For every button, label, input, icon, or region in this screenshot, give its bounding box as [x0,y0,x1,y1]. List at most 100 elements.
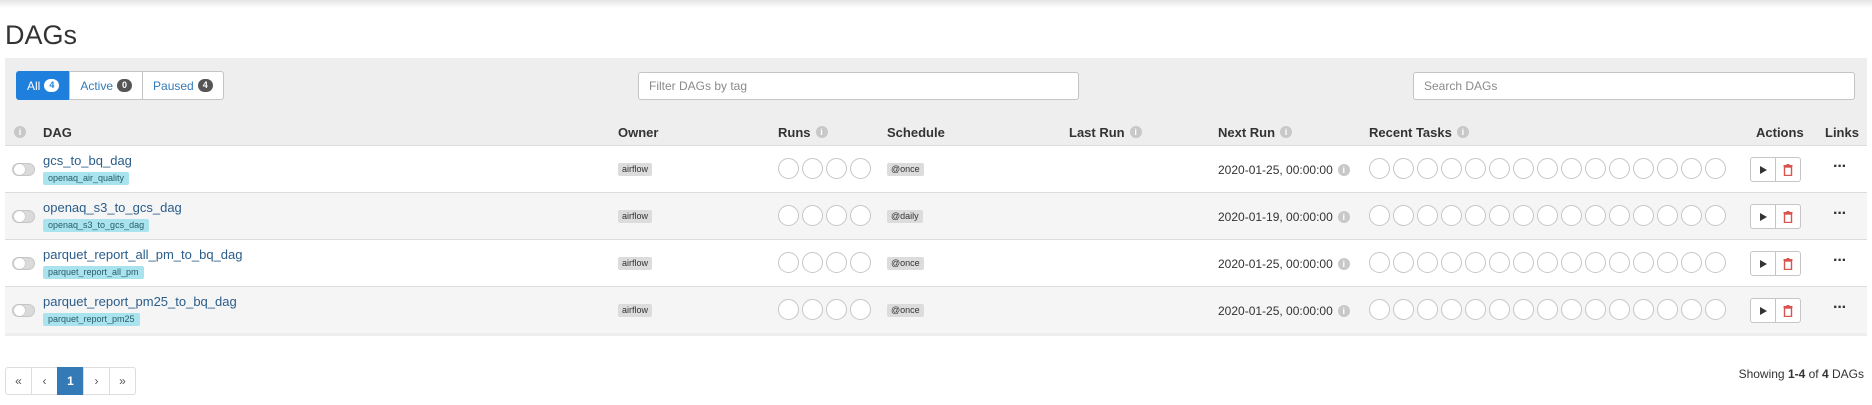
run-state-circle[interactable] [778,252,799,273]
run-state-circle[interactable] [802,299,823,320]
more-links-icon[interactable]: ··· [1833,252,1847,270]
task-state-circle[interactable] [1561,252,1582,273]
task-state-circle[interactable] [1489,205,1510,226]
task-state-circle[interactable] [1441,205,1462,226]
task-state-circle[interactable] [1369,299,1390,320]
task-state-circle[interactable] [1465,205,1486,226]
pause-toggle[interactable] [12,210,35,223]
dag-id-link[interactable]: parquet_report_pm25_to_bq_dag [43,294,237,309]
info-icon[interactable]: i [1456,126,1469,138]
info-icon[interactable]: i [1280,126,1293,138]
first-page-button[interactable]: « [5,367,32,395]
task-state-circle[interactable] [1537,158,1558,179]
task-state-circle[interactable] [1489,252,1510,273]
task-state-circle[interactable] [1561,158,1582,179]
task-state-circle[interactable] [1513,252,1534,273]
dag-tag[interactable]: openaq_air_quality [43,172,130,185]
trigger-dag-button[interactable] [1750,251,1776,276]
task-state-circle[interactable] [1633,299,1654,320]
prev-page-button[interactable]: ‹ [31,367,58,395]
task-state-circle[interactable] [1393,252,1414,273]
header-owner[interactable]: Owner [618,122,658,142]
run-state-circle[interactable] [826,299,847,320]
more-links-icon[interactable]: ··· [1833,299,1847,317]
run-state-circle[interactable] [850,205,871,226]
pause-toggle[interactable] [12,257,35,270]
task-state-circle[interactable] [1633,158,1654,179]
task-state-circle[interactable] [1705,158,1726,179]
info-icon[interactable]: i [1337,164,1350,176]
run-state-circle[interactable] [778,158,799,179]
info-icon[interactable]: i [1337,211,1350,223]
task-state-circle[interactable] [1537,205,1558,226]
dag-tag[interactable]: parquet_report_pm25 [43,313,140,326]
status-tab-active[interactable]: Active 0 [69,71,144,100]
task-state-circle[interactable] [1417,205,1438,226]
task-state-circle[interactable] [1585,252,1606,273]
task-state-circle[interactable] [1417,299,1438,320]
task-state-circle[interactable] [1537,252,1558,273]
run-state-circle[interactable] [850,158,871,179]
task-state-circle[interactable] [1657,158,1678,179]
run-state-circle[interactable] [802,158,823,179]
task-state-circle[interactable] [1513,205,1534,226]
current-page-button[interactable]: 1 [57,367,84,395]
task-state-circle[interactable] [1417,252,1438,273]
more-links-icon[interactable]: ··· [1833,158,1847,176]
task-state-circle[interactable] [1705,299,1726,320]
task-state-circle[interactable] [1657,252,1678,273]
run-state-circle[interactable] [826,252,847,273]
task-state-circle[interactable] [1441,252,1462,273]
task-state-circle[interactable] [1681,252,1702,273]
trigger-dag-button[interactable] [1750,298,1776,323]
task-state-circle[interactable] [1681,158,1702,179]
pause-toggle[interactable] [12,163,35,176]
task-state-circle[interactable] [1585,158,1606,179]
dag-tag[interactable]: openaq_s3_to_gcs_dag [43,219,150,232]
task-state-circle[interactable] [1465,158,1486,179]
task-state-circle[interactable] [1393,158,1414,179]
info-icon[interactable]: i [1129,126,1142,138]
task-state-circle[interactable] [1513,158,1534,179]
run-state-circle[interactable] [802,205,823,226]
task-state-circle[interactable] [1489,299,1510,320]
task-state-circle[interactable] [1393,205,1414,226]
run-state-circle[interactable] [850,299,871,320]
more-links-icon[interactable]: ··· [1833,205,1847,223]
info-icon[interactable]: i [1337,305,1350,317]
task-state-circle[interactable] [1393,299,1414,320]
task-state-circle[interactable] [1609,252,1630,273]
task-state-circle[interactable] [1657,299,1678,320]
task-state-circle[interactable] [1705,205,1726,226]
dag-id-link[interactable]: openaq_s3_to_gcs_dag [43,200,182,215]
task-state-circle[interactable] [1609,205,1630,226]
dag-tag[interactable]: parquet_report_all_pm [43,266,144,279]
next-page-button[interactable]: › [83,367,110,395]
task-state-circle[interactable] [1369,158,1390,179]
delete-dag-button[interactable] [1775,298,1801,323]
task-state-circle[interactable] [1585,299,1606,320]
trigger-dag-button[interactable] [1750,157,1776,182]
status-tab-paused[interactable]: Paused 4 [142,71,224,100]
dag-id-link[interactable]: gcs_to_bq_dag [43,153,132,168]
task-state-circle[interactable] [1369,252,1390,273]
info-icon[interactable]: i [1337,258,1350,270]
task-state-circle[interactable] [1465,252,1486,273]
task-state-circle[interactable] [1633,205,1654,226]
task-state-circle[interactable] [1585,205,1606,226]
run-state-circle[interactable] [850,252,871,273]
delete-dag-button[interactable] [1775,204,1801,229]
run-state-circle[interactable] [802,252,823,273]
delete-dag-button[interactable] [1775,251,1801,276]
task-state-circle[interactable] [1633,252,1654,273]
task-state-circle[interactable] [1537,299,1558,320]
pause-toggle[interactable] [12,304,35,317]
task-state-circle[interactable] [1489,158,1510,179]
task-state-circle[interactable] [1609,158,1630,179]
task-state-circle[interactable] [1369,205,1390,226]
task-state-circle[interactable] [1441,158,1462,179]
status-tab-all[interactable]: All 4 [16,71,71,100]
task-state-circle[interactable] [1441,299,1462,320]
dag-id-link[interactable]: parquet_report_all_pm_to_bq_dag [43,247,243,262]
task-state-circle[interactable] [1513,299,1534,320]
